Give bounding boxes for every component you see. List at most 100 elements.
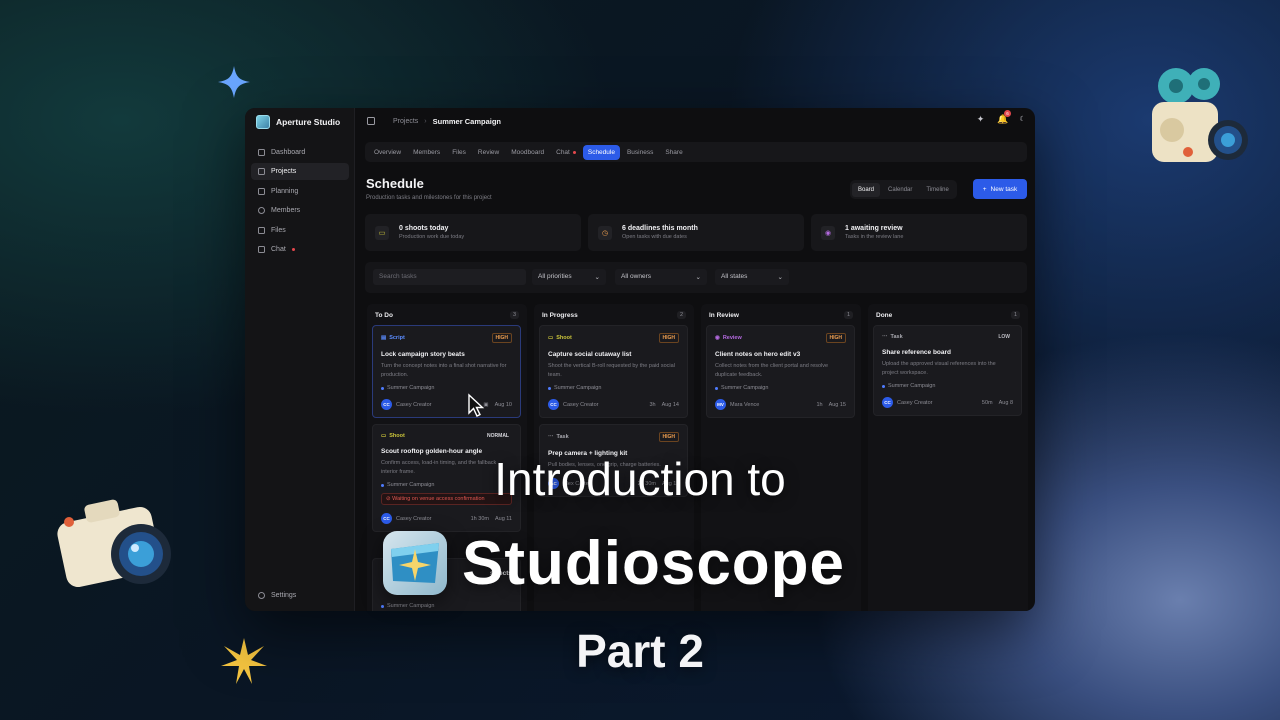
owner-select[interactable]: All owners ⌄ xyxy=(615,269,707,285)
sidebar-toggle-icon[interactable] xyxy=(367,117,375,125)
overlay-intro-text: Introduction to xyxy=(494,453,786,505)
estimate: 3h xyxy=(649,401,656,408)
sparkles-icon[interactable]: ✦ xyxy=(976,115,985,124)
owner-name: Mara Vence xyxy=(730,401,760,408)
stat-deadlines: ◷ 6 deadlines this month Open tasks with … xyxy=(588,214,804,251)
search-input[interactable]: Search tasks xyxy=(373,269,526,285)
task-card[interactable]: ▤ Script HIGH Lock campaign story beats Tu… xyxy=(372,325,521,418)
chevron-down-icon: ⌄ xyxy=(777,274,783,281)
task-title: Share reference board xyxy=(882,349,952,356)
priority-badge: HIGH xyxy=(658,333,679,343)
tab-files[interactable]: Files xyxy=(447,145,471,160)
new-task-label: New task xyxy=(990,185,1018,193)
sidebar-item-label: Members xyxy=(271,207,301,215)
due-date: Aug 10 xyxy=(494,401,512,408)
task-tag: ▭ Shoot xyxy=(548,335,572,341)
task-card[interactable]: ▭ Shoot HIGH Capture social cutaway list S… xyxy=(539,325,688,418)
tab-review[interactable]: Review xyxy=(473,145,504,160)
task-title: Lock campaign story beats xyxy=(381,351,465,358)
studioscope-app-icon xyxy=(383,531,447,595)
select-value: All states xyxy=(721,273,748,280)
brand[interactable]: Aperture Studio xyxy=(256,115,340,129)
project-label: Summer Campaign xyxy=(721,385,769,391)
stat-subtitle: Production work due today xyxy=(399,234,465,240)
view-timeline-button[interactable]: Timeline xyxy=(920,183,954,197)
task-owner: CC Casey Creator xyxy=(381,513,431,524)
task-meta: 3h Aug 14 xyxy=(649,402,679,408)
stat-title: 0 shoots today xyxy=(399,225,449,232)
view-board-button[interactable]: Board xyxy=(852,182,881,197)
owner-name: Casey Creator xyxy=(897,399,933,406)
sidebar-item-files[interactable]: Files xyxy=(251,222,349,239)
column-count: 1 xyxy=(1010,311,1020,319)
sidebar-item-planning[interactable]: Planning xyxy=(251,183,349,200)
priority-select[interactable]: All priorities ⌄ xyxy=(532,269,606,285)
filter-bar: Search tasks All priorities ⌄ All owners ⌄… xyxy=(365,262,1027,293)
chevron-down-icon: ⌄ xyxy=(594,274,600,281)
stat-subtitle: Tasks in the review lane xyxy=(845,234,904,240)
bell-icon[interactable]: 🔔 6 xyxy=(997,110,1011,124)
tab-chat[interactable]: Chat xyxy=(551,145,581,160)
tab-share[interactable]: Share xyxy=(660,145,687,160)
eye-icon: ◉ xyxy=(715,335,720,341)
stat-title: 1 awaiting review xyxy=(845,225,903,232)
task-meta: 1h Aug 15 xyxy=(816,402,846,408)
project-label: Summer Campaign xyxy=(387,385,435,391)
stat-shoots: ▭ 0 shoots today Production work due toda… xyxy=(365,214,581,251)
sidebar-item-projects[interactable]: Projects xyxy=(251,163,349,181)
more-icon: ⋯ xyxy=(882,334,888,340)
task-card[interactable]: ⋯ Task LOW Share reference board Upload th… xyxy=(873,325,1022,416)
task-title: Client notes on hero edit v3 xyxy=(715,351,801,358)
page-title: Schedule xyxy=(366,176,424,191)
due-date: Aug 15 xyxy=(828,401,846,408)
task-card[interactable]: ◉ Review HIGH Client notes on hero edit v3… xyxy=(706,325,855,418)
stat-subtitle: Open tasks with due dates xyxy=(622,234,687,240)
owner-name: Casey Creator xyxy=(396,515,432,522)
camera-icon: ▭ xyxy=(381,433,387,439)
avatar: MV xyxy=(715,399,726,410)
tab-overview[interactable]: Overview xyxy=(369,145,406,160)
task-tag: ▤ Script xyxy=(381,335,405,341)
new-task-button[interactable]: + New task xyxy=(973,179,1027,199)
sidebar-item-dashboard[interactable]: Dashboard xyxy=(251,144,349,161)
projector-illustration-icon xyxy=(1152,68,1248,162)
tag-label: Shoot xyxy=(556,335,572,341)
task-title: Capture social cutaway list xyxy=(548,351,632,358)
priority-badge: NORMAL xyxy=(487,433,509,439)
app-logo-icon xyxy=(256,115,270,129)
tab-business[interactable]: Business xyxy=(622,145,658,160)
project-dot xyxy=(548,386,551,390)
camera-illustration-icon xyxy=(57,499,171,588)
task-tag: ▭ Shoot xyxy=(381,433,405,439)
tab-members[interactable]: Members xyxy=(408,145,445,160)
task-meta: 1h 30m Aug 11 xyxy=(471,516,512,522)
select-value: All priorities xyxy=(538,273,572,280)
task-owner: MV Mara Vence xyxy=(715,399,759,410)
view-calendar-button[interactable]: Calendar xyxy=(882,183,918,197)
owner-name: Casey Creator xyxy=(563,401,599,408)
unread-dot xyxy=(291,247,295,251)
tab-moodboard[interactable]: Moodboard xyxy=(506,145,549,160)
tag-label: Task xyxy=(556,434,569,440)
state-select[interactable]: All states ⌄ xyxy=(715,269,789,285)
avatar: CC xyxy=(381,399,392,410)
topbar-actions: ✦ 🔔 6 ☾ xyxy=(976,110,1027,124)
tab-schedule[interactable]: Schedule xyxy=(582,144,620,160)
task-tag: ◉ Review xyxy=(715,335,742,341)
moon-icon[interactable]: ☾ xyxy=(1018,115,1027,124)
avatar: CC xyxy=(548,399,559,410)
view-toggle: Board Calendar Timeline xyxy=(850,180,957,199)
tag-label: Review xyxy=(722,335,742,341)
breadcrumb-root[interactable]: Projects xyxy=(393,118,418,125)
project-dot xyxy=(882,384,885,388)
more-icon: ⋯ xyxy=(548,434,554,440)
sidebar-item-members[interactable]: Members xyxy=(251,202,349,219)
task-owner: CC Casey Creator xyxy=(381,399,431,410)
column-count: 2 xyxy=(676,311,686,319)
settings-link[interactable]: Settings xyxy=(258,592,296,599)
priority-badge: HIGH xyxy=(491,333,512,343)
sidebar-item-chat[interactable]: Chat xyxy=(251,241,349,258)
estimate: 1h xyxy=(816,401,823,408)
script-icon: ▤ xyxy=(381,335,387,341)
task-meta: ▣ Aug 10 xyxy=(483,402,512,408)
